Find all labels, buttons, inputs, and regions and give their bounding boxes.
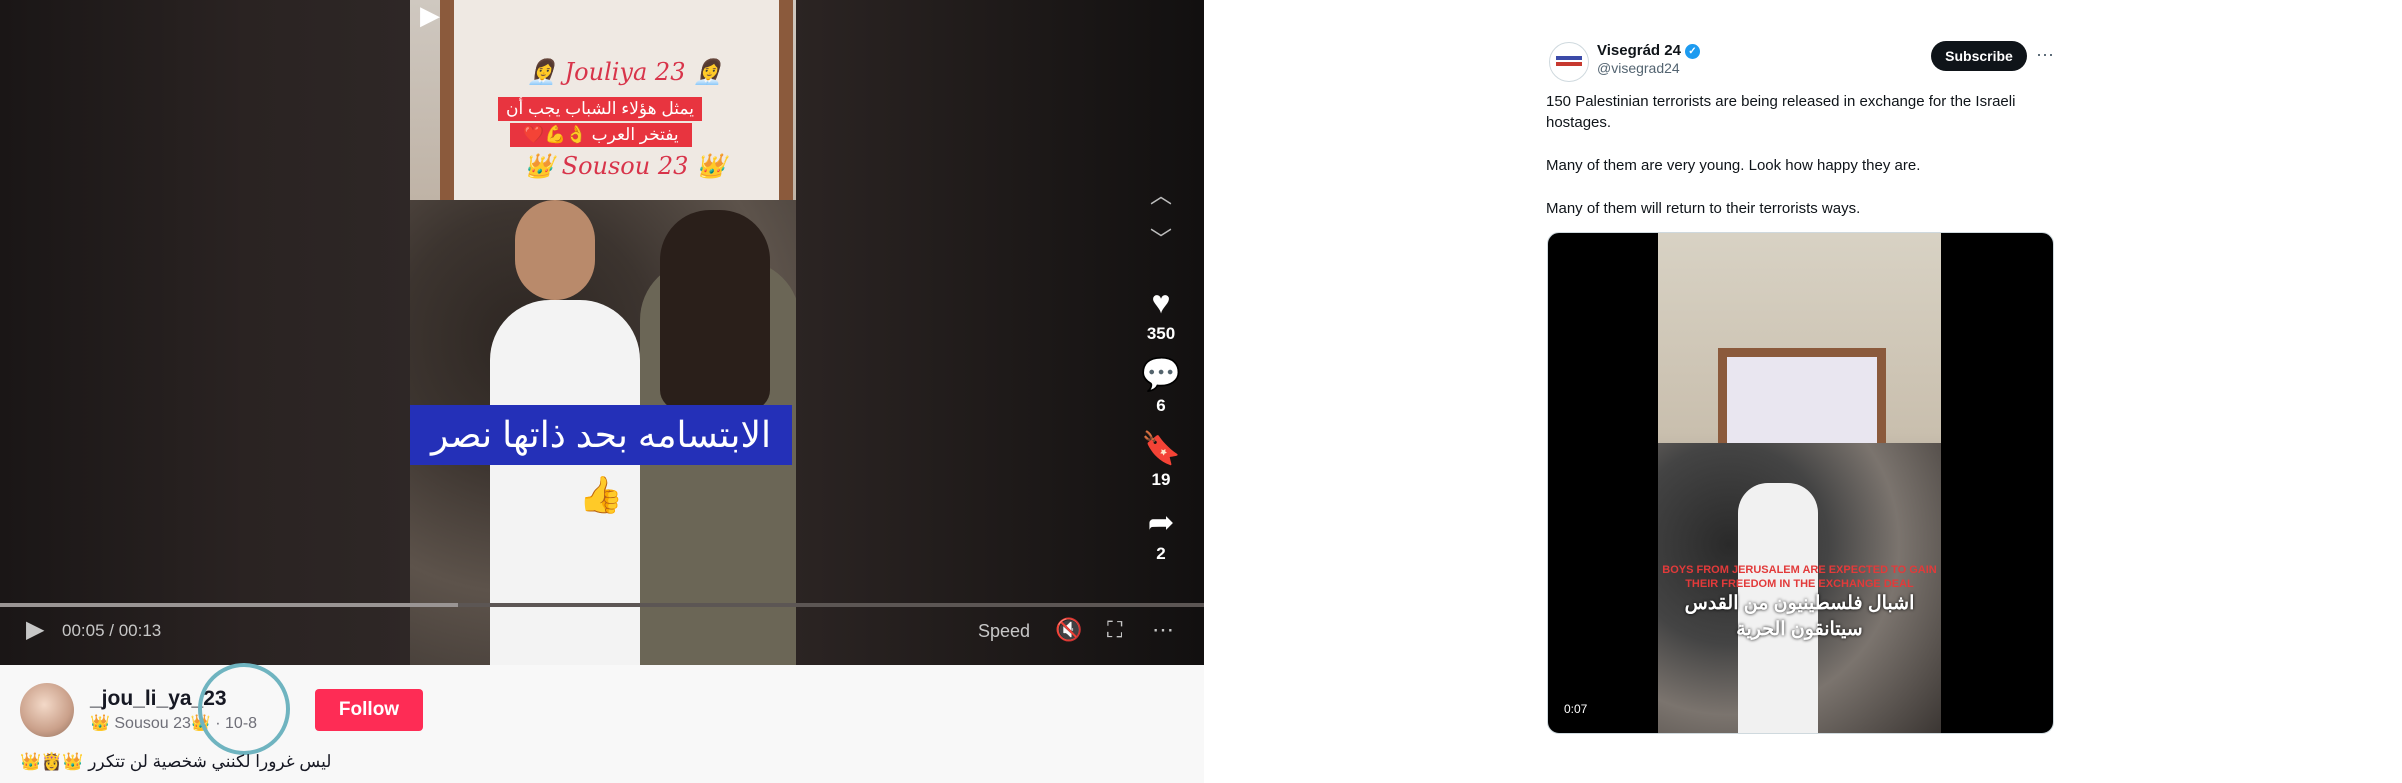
follow-button[interactable]: Follow <box>315 689 423 731</box>
comment-count: 6 <box>1156 396 1166 415</box>
bookmark-icon: 🔖 <box>1141 430 1181 466</box>
video-arabic-caption: اشبال فلسطينيون من القدس سيتانقون الحرية <box>1658 591 1941 643</box>
heart-icon: ♥ <box>1151 284 1171 320</box>
more-options-icon[interactable]: ⋯ <box>1152 617 1174 643</box>
progress-fill <box>0 603 458 607</box>
arabic-caption-line-2: سيتانقون الحرية <box>1736 619 1863 640</box>
share-count: 2 <box>1156 544 1166 563</box>
tweet-paragraph: Many of them will return to their terror… <box>1546 200 1861 217</box>
tweet-panel: Visegrád 24 ✓ @visegrad24 Subscribe ⋯ 150… <box>1204 0 2402 783</box>
video-face <box>515 200 595 300</box>
avatar-logo-stripe <box>1556 62 1582 66</box>
arabic-caption-line-1: اشبال فلسطينيون من القدس <box>1684 593 1915 614</box>
video-clip: BOYS FROM JERUSALEM ARE EXPECTED TO GAIN… <box>1658 233 1941 733</box>
tweet-paragraph: 150 Palestinian terrorists are being rel… <box>1546 93 2016 131</box>
account-handle[interactable]: @visegrad24 <box>1597 60 1680 76</box>
comment-bubble-icon: 💬 <box>1141 356 1181 392</box>
speed-button[interactable]: Speed <box>978 621 1030 642</box>
share-action[interactable]: ➦ 2 <box>1139 504 1183 564</box>
overlay-bottom-name: 👑 Sousou 23 👑 <box>524 152 726 180</box>
overlay-arabic-banner: الابتسامه بحد ذاتها نصر👍 <box>410 405 792 515</box>
overlay-top-name: 👩‍💼 Jouliya 23 👩‍💼 <box>527 58 723 86</box>
account-name[interactable]: Visegrád 24 ✓ <box>1597 42 1700 59</box>
share-arrow-icon: ➦ <box>1147 504 1175 540</box>
video-post-panel: ▶ 👩‍💼 Jouliya 23 👩‍💼 يمثل هؤلاء الشباب ي… <box>0 0 1204 783</box>
subscribe-button[interactable]: Subscribe <box>1931 41 2027 71</box>
overlay-arabic-line-2: يفتخر العرب 👌💪❤️ <box>510 123 692 147</box>
comment-action[interactable]: 💬 6 <box>1139 356 1183 416</box>
more-options-icon[interactable]: ⋯ <box>2036 45 2054 66</box>
tweet-paragraph: Many of them are very young. Look how ha… <box>1546 157 1921 174</box>
tiktok-logo-icon: ▶ <box>420 0 440 30</box>
playback-time: 00:05 / 00:13 <box>62 621 162 640</box>
avatar-logo-stripe <box>1556 56 1582 60</box>
account-name-text: Visegrád 24 <box>1597 42 1681 59</box>
highlight-circle-annotation <box>198 663 290 755</box>
player-controls: ▶ 00:05 / 00:13 Speed 🔇 ⛶ ⋯ <box>0 595 1204 665</box>
like-count: 350 <box>1146 324 1176 343</box>
mute-icon[interactable]: 🔇 <box>1055 617 1082 643</box>
progress-bar[interactable] <box>0 603 1204 607</box>
account-avatar[interactable] <box>1549 42 1589 82</box>
save-action[interactable]: 🔖 19 <box>1139 430 1183 490</box>
video-player[interactable]: ▶ 👩‍💼 Jouliya 23 👩‍💼 يمثل هؤلاء الشباب ي… <box>0 0 1204 665</box>
like-action[interactable]: ♥ 350 <box>1139 284 1183 344</box>
video-frame[interactable]: ▶ 👩‍💼 Jouliya 23 👩‍💼 يمثل هؤلاء الشباب ي… <box>410 0 796 665</box>
overlay-arabic-line-1: يمثل هؤلاء الشباب يجب أن <box>498 97 702 121</box>
video-duration: 0:07 <box>1560 701 1592 717</box>
save-count: 19 <box>1151 470 1171 489</box>
author-avatar[interactable] <box>20 683 74 737</box>
tweet-video[interactable]: BOYS FROM JERUSALEM ARE EXPECTED TO GAIN… <box>1547 232 2054 734</box>
blurred-background-left <box>0 0 410 665</box>
video-woman <box>660 210 770 410</box>
next-video-chevron-down-icon[interactable]: ﹀ <box>1143 222 1179 258</box>
previous-video-chevron-up-icon[interactable]: ︿ <box>1143 178 1179 214</box>
video-english-caption: BOYS FROM JERUSALEM ARE EXPECTED TO GAIN… <box>1662 564 1937 590</box>
play-icon[interactable]: ▶ <box>26 618 50 642</box>
verified-badge-icon: ✓ <box>1684 44 1700 59</box>
fullscreen-icon[interactable]: ⛶ <box>1107 617 1122 643</box>
post-caption: ليس غرورا لكنني شخصية لن تتكرر 👑👸👑 <box>20 752 332 771</box>
cut-off-row <box>1604 738 1734 746</box>
